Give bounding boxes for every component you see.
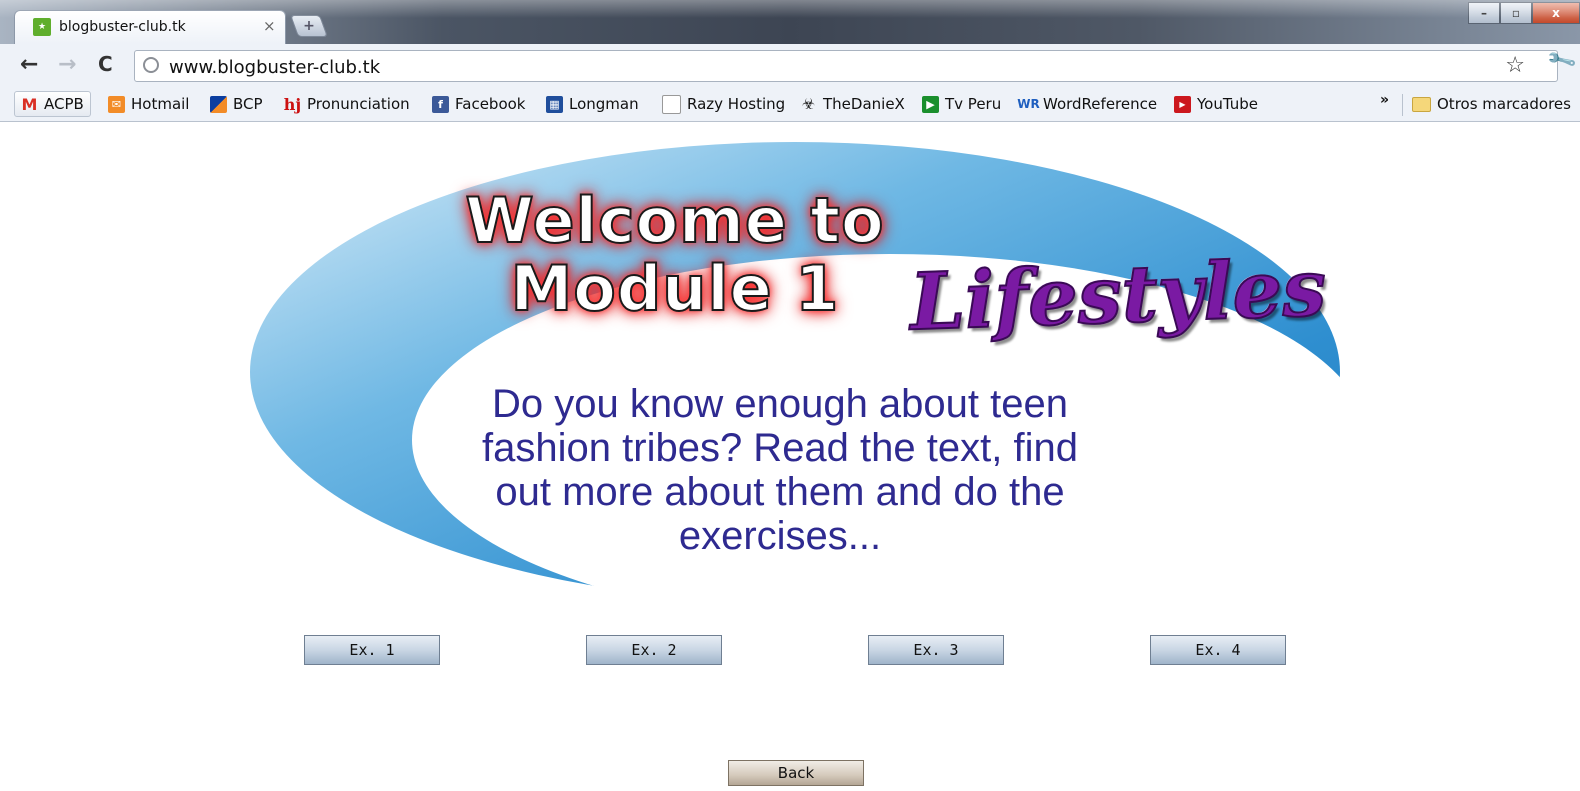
page-icon	[662, 94, 681, 114]
bookmark-label: TheDanieX	[823, 95, 905, 113]
exercise-1-button[interactable]: Ex. 1	[304, 635, 440, 665]
wordreference-icon: WR	[1017, 97, 1040, 111]
bcp-icon	[210, 95, 227, 113]
close-tab-icon[interactable]: ×	[263, 17, 276, 35]
play-icon: ▶	[922, 95, 939, 113]
longman-icon: ▦	[546, 95, 563, 113]
bookmark-label: BCP	[233, 95, 263, 113]
other-bookmarks-label: Otros marcadores	[1437, 95, 1571, 113]
module-banner: Welcome to Module 1 Lifestyles Do you kn…	[250, 140, 1340, 610]
bookmark-label: Razy Hosting	[687, 95, 786, 113]
bookmarks-divider	[1402, 94, 1403, 116]
address-bar[interactable]: www.blogbuster-club.tk ☆	[134, 50, 1558, 82]
club-logo-icon: ★	[33, 18, 51, 36]
bookmark-label: YouTube	[1197, 95, 1258, 113]
minimize-button[interactable]: –	[1468, 2, 1500, 24]
bookmark-razy-hosting[interactable]: Razy Hosting	[662, 94, 785, 114]
facebook-icon: f	[432, 95, 449, 113]
gmail-icon: M	[21, 94, 38, 114]
url-text[interactable]: www.blogbuster-club.tk	[169, 57, 380, 78]
browser-title-bar: ★ blogbuster-club.tk × + – ▫ x	[0, 0, 1580, 44]
browser-toolbar: ← → C www.blogbuster-club.tk ☆ 🔧	[0, 43, 1580, 88]
close-window-button[interactable]: x	[1532, 2, 1580, 24]
bookmark-label: ACPB	[44, 95, 84, 113]
intro-text: Do you know enough about teen fashion tr…	[482, 382, 1078, 558]
bookmark-label: Hotmail	[131, 95, 190, 113]
exercise-3-button[interactable]: Ex. 3	[868, 635, 1004, 665]
bookmark-label: Longman	[569, 95, 639, 113]
biohazard-icon: ☣	[801, 95, 816, 113]
other-bookmarks-folder[interactable]: Otros marcadores	[1412, 94, 1571, 114]
bookmark-longman[interactable]: ▦ Longman	[546, 94, 639, 114]
bookmark-label: Facebook	[455, 95, 526, 113]
exercise-4-button[interactable]: Ex. 4	[1150, 635, 1286, 665]
folder-icon	[1412, 96, 1431, 112]
bookmark-pronunciation[interactable]: hj Pronunciation	[284, 94, 410, 114]
bookmark-bcp[interactable]: BCP	[210, 94, 263, 114]
bookmark-wordreference[interactable]: WR WordReference	[1017, 94, 1158, 114]
browser-tab[interactable]: ★ blogbuster-club.tk ×	[14, 10, 286, 44]
bookmarks-bar: M ACPB ✉ Hotmail BCP hj Pronunciation f …	[0, 88, 1580, 122]
tab-title: blogbuster-club.tk	[59, 19, 186, 35]
bookmark-label: Tv Peru	[945, 95, 1002, 113]
exercise-2-button[interactable]: Ex. 2	[586, 635, 722, 665]
bookmark-thedaniex[interactable]: ☣ TheDanieX	[800, 94, 905, 114]
bookmark-facebook[interactable]: f Facebook	[432, 94, 525, 114]
back-button[interactable]: Back	[728, 760, 864, 786]
bookmark-acpb[interactable]: M ACPB	[14, 91, 91, 117]
lifestyles-title: Lifestyles	[908, 242, 1329, 349]
bookmark-youtube[interactable]: ▶ YouTube	[1174, 94, 1258, 114]
new-tab-button[interactable]: +	[289, 15, 329, 37]
hj-icon: hj	[283, 94, 302, 114]
reload-icon[interactable]: C	[98, 52, 113, 76]
forward-arrow-icon[interactable]: →	[58, 52, 76, 77]
bookmarks-overflow-icon[interactable]: »	[1380, 92, 1389, 108]
welcome-heading: Welcome to	[464, 183, 885, 258]
youtube-icon: ▶	[1174, 95, 1191, 113]
bookmark-star-icon[interactable]: ☆	[1505, 53, 1525, 78]
bookmark-hotmail[interactable]: ✉ Hotmail	[108, 94, 189, 114]
back-arrow-icon[interactable]: ←	[20, 52, 38, 77]
bookmark-label: WordReference	[1043, 95, 1158, 113]
bookmark-label: Pronunciation	[307, 95, 410, 113]
plus-icon: +	[303, 18, 315, 34]
globe-icon	[143, 57, 159, 73]
window-controls: – ▫ x	[1468, 2, 1580, 24]
bookmark-tv-peru[interactable]: ▶ Tv Peru	[922, 94, 1001, 114]
maximize-button[interactable]: ▫	[1500, 2, 1532, 24]
hotmail-icon: ✉	[108, 95, 125, 113]
